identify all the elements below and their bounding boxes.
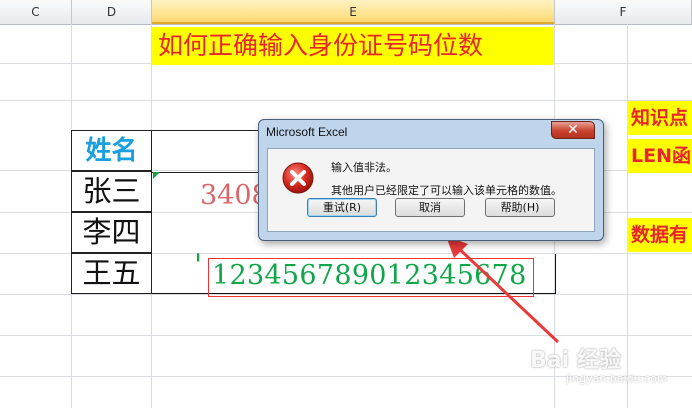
- column-divider: [627, 24, 628, 408]
- name-header-cell[interactable]: 姓名: [71, 130, 152, 171]
- dialog-body: 输入值非法。 其他用户已经限定了可以输入该单元格的数值。: [267, 148, 595, 232]
- watermark-url: jingyan.baidu.com: [566, 372, 668, 385]
- error-dialog: Microsoft Excel ✕ 输入值非法。 其他用户已经限定了可以输入该单…: [258, 119, 604, 241]
- arrow-shaft: [452, 242, 560, 344]
- cancel-button[interactable]: 取消: [395, 198, 465, 217]
- retry-button[interactable]: 重试(R): [307, 198, 377, 217]
- side-note-data[interactable]: 数据有: [627, 218, 692, 252]
- dialog-title: Microsoft Excel: [266, 125, 348, 139]
- column-header-e[interactable]: E: [152, 0, 555, 24]
- side-note-knowledge[interactable]: 知识点: [627, 101, 692, 135]
- name-cell-1[interactable]: 张三: [71, 171, 152, 212]
- pointer-arrow: [446, 236, 560, 344]
- error-indicator-triangle: [153, 172, 160, 179]
- row-divider: [0, 335, 692, 336]
- name-cell-3[interactable]: 王五: [71, 253, 152, 294]
- name-cell-2[interactable]: 李四: [71, 212, 152, 253]
- close-button[interactable]: ✕: [551, 121, 595, 139]
- help-button[interactable]: 帮助(H): [485, 198, 555, 217]
- column-header-bar: C D E F: [0, 0, 692, 25]
- error-message-line1: 输入值非法。: [331, 161, 397, 174]
- error-icon: [282, 162, 314, 194]
- side-note-len[interactable]: LEN函: [627, 139, 692, 173]
- watermark-logo: Bai 经验: [530, 348, 621, 373]
- column-header-d[interactable]: D: [72, 0, 152, 24]
- text-prefix-apostrophe: ': [194, 248, 203, 283]
- header-cell-e[interactable]: [152, 130, 262, 173]
- title-cell[interactable]: 如何正确输入身份证号码位数: [152, 27, 554, 65]
- row-divider: [0, 100, 692, 101]
- column-header-f[interactable]: F: [555, 0, 692, 24]
- column-header-c[interactable]: C: [0, 0, 72, 24]
- error-message-line2: 其他用户已经限定了可以输入该单元格的数值。: [331, 184, 562, 197]
